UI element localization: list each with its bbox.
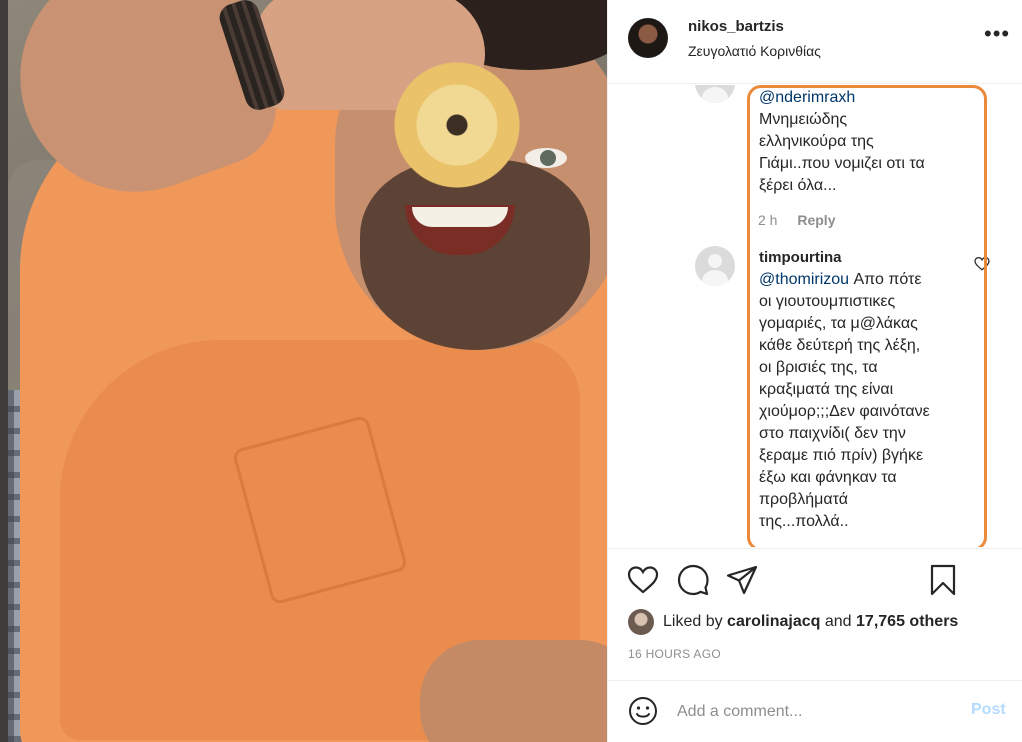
add-comment-bar: Post — [608, 680, 1022, 742]
comment-avatar[interactable] — [695, 85, 735, 103]
instagram-post-view: nikos_bartzis Ζευγολατιό Κορινθίας ••• @… — [0, 0, 1022, 742]
comments-list[interactable]: @nderimraxh Μνημειώδης ελληνικούρα της Γ… — [608, 85, 1022, 547]
likes-summary[interactable]: Liked by carolinajacq and 17,765 others — [628, 609, 958, 635]
post-location[interactable]: Ζευγολατιό Κορινθίας — [688, 43, 821, 59]
post-side-panel: nikos_bartzis Ζευγολατιό Κορινθίας ••• @… — [607, 0, 1022, 742]
post-actions: Liked by carolinajacq and 17,765 others … — [608, 548, 1022, 688]
heart-icon[interactable] — [626, 563, 660, 597]
comment-icon[interactable] — [676, 563, 710, 597]
emoji-icon[interactable] — [628, 696, 658, 726]
post-photo[interactable] — [0, 0, 607, 742]
comment-avatar[interactable] — [695, 246, 735, 286]
share-icon[interactable] — [725, 563, 759, 597]
liked-by-user[interactable]: carolinajacq — [727, 613, 820, 631]
post-comment-button[interactable]: Post — [971, 701, 1006, 719]
pineapple-ring — [392, 60, 522, 190]
likes-count[interactable]: 17,765 others — [856, 613, 958, 631]
avatar[interactable] — [628, 609, 654, 635]
post-timestamp[interactable]: 16 HOURS AGO — [628, 647, 721, 661]
add-comment-input[interactable] — [677, 699, 957, 725]
bookmark-icon[interactable] — [926, 563, 960, 597]
post-header: nikos_bartzis Ζευγολατιό Κορινθίας ••• — [608, 0, 1022, 84]
more-horizontal-icon[interactable]: ••• — [984, 23, 1010, 45]
post-username[interactable]: nikos_bartzis — [688, 18, 784, 35]
avatar[interactable] — [628, 18, 668, 58]
highlight-frame — [747, 85, 987, 547]
